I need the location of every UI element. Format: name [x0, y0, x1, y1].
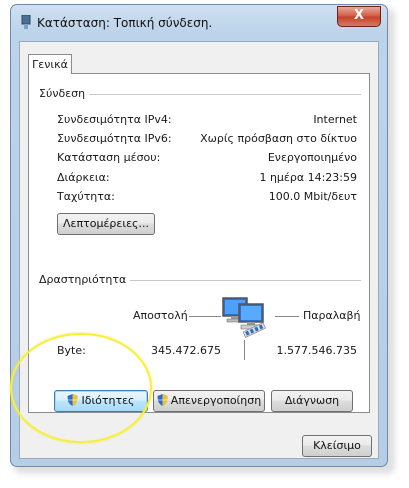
close-button[interactable]: Κλείσιμο: [302, 435, 372, 457]
connection-divider: [81, 94, 361, 95]
network-adapter-icon: [21, 15, 31, 29]
disable-label: Απενεργοποίηση: [170, 394, 262, 407]
ipv4-label: Συνδεσιμότητα IPv4:: [57, 113, 172, 126]
bytes-separator: [244, 340, 245, 360]
activity-divider: [119, 280, 361, 281]
window-title: Κατάσταση: Τοπική σύνδεση.: [37, 16, 213, 30]
received-line: [275, 316, 299, 317]
media-state-label: Κατάσταση μέσου:: [57, 151, 161, 164]
bytes-sent-value: 345.472.675: [151, 344, 221, 357]
sent-label: Αποστολή: [133, 309, 188, 322]
duration-label: Διάρκεια:: [57, 171, 110, 184]
activity-heading: Δραστηριότητα: [39, 273, 131, 286]
bytes-received-value: 1.577.546.735: [276, 344, 357, 357]
details-button[interactable]: Λεπτομέρειες...: [57, 213, 155, 235]
media-state-value: Ενεργοποιημένο: [267, 151, 357, 164]
received-label: Παραλαβή: [303, 309, 361, 322]
close-window-button[interactable]: X: [337, 6, 381, 27]
ipv4-value: Internet: [313, 113, 357, 126]
close-icon: X: [353, 8, 365, 23]
tab-general[interactable]: Γενικά: [28, 54, 72, 74]
speed-label: Ταχύτητα:: [57, 190, 115, 203]
network-computers-icon: [222, 297, 266, 338]
uac-shield-icon: [157, 394, 168, 406]
ipv6-label: Συνδεσιμότητα IPv6:: [57, 132, 172, 145]
disable-button[interactable]: Απενεργοποίηση: [153, 390, 265, 412]
speed-value: 100.0 Mbit/δευτ: [268, 190, 357, 203]
duration-value: 1 ημέρα 14:23:59: [259, 171, 357, 184]
ipv6-value: Χωρίς πρόσβαση στο δίκτυο: [200, 132, 357, 145]
sent-line: [189, 316, 221, 317]
connection-heading: Σύνδεση: [39, 87, 90, 100]
annotation-highlight-circle: [10, 333, 152, 443]
diagnose-button[interactable]: Διάγνωση: [271, 390, 353, 412]
title-bar[interactable]: Κατάσταση: Τοπική σύνδεση. X: [11, 5, 387, 37]
